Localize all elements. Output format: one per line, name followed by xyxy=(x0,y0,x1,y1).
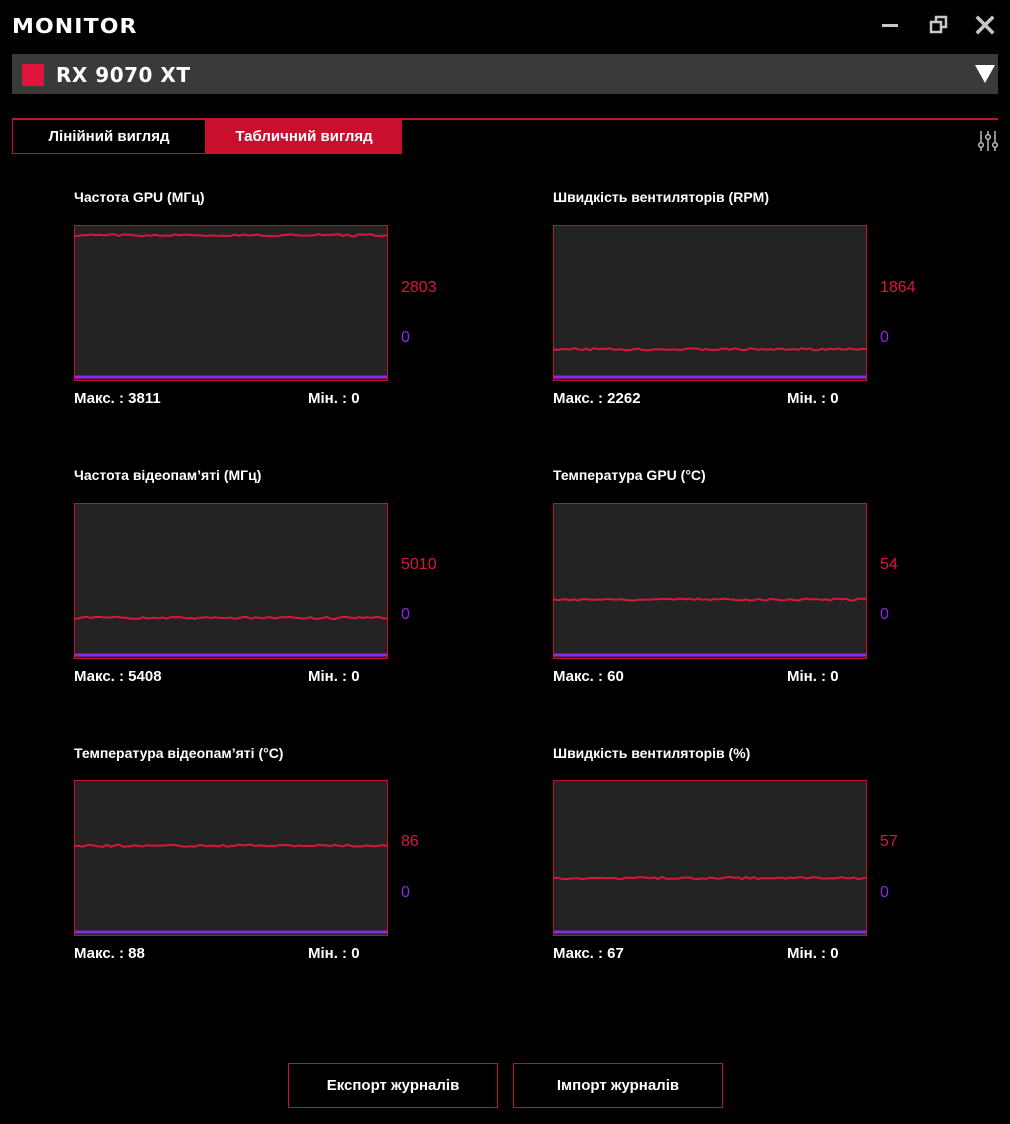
chart-current-value: 1864 xyxy=(880,279,916,296)
chart-current-value: 5010 xyxy=(401,556,437,573)
chart-min-label: Мін. : 0 xyxy=(308,668,360,685)
chart-min-label: Мін. : 0 xyxy=(308,390,360,407)
device-name: RX 9070 XT xyxy=(56,63,191,87)
chart-plot xyxy=(554,875,866,934)
settings-sliders-icon[interactable] xyxy=(977,130,999,152)
chart-vram-clock xyxy=(74,503,388,659)
chart-title-vram-temp: Температура відеопам’яті (°C) xyxy=(74,745,284,761)
chart-max-label: Макс. : 67 xyxy=(553,945,624,962)
chart-min-label: Мін. : 0 xyxy=(787,390,839,407)
chart-gpu-temp xyxy=(553,503,867,659)
value-series-line xyxy=(554,597,866,602)
tab-table-view[interactable]: Табличний вигляд xyxy=(206,120,402,154)
chart-max-label: Макс. : 60 xyxy=(553,668,624,685)
chart-min-label: Мін. : 0 xyxy=(787,668,839,685)
chart-title-fan-percent: Швидкість вентиляторів (%) xyxy=(553,745,751,761)
minimize-icon[interactable] xyxy=(880,14,902,36)
chart-plot xyxy=(554,347,866,379)
chart-fan-percent xyxy=(553,780,867,936)
chart-plot xyxy=(75,843,387,934)
chart-min-label: Мін. : 0 xyxy=(308,945,360,962)
chart-title-vram-clock: Частота відеопам’яті (МГц) xyxy=(74,467,262,483)
chart-plot xyxy=(75,233,387,379)
value-series-line xyxy=(75,843,387,848)
chart-current-value: 2803 xyxy=(401,279,437,296)
close-icon[interactable] xyxy=(974,14,996,36)
chart-current-value: 86 xyxy=(401,833,419,850)
chart-max-label: Макс. : 5408 xyxy=(74,668,162,685)
chart-zero-value: 0 xyxy=(401,884,410,901)
chart-zero-value: 0 xyxy=(880,329,889,346)
value-series-line xyxy=(554,875,866,881)
import-logs-button[interactable]: Імпорт журналів xyxy=(513,1063,723,1108)
chart-max-label: Макс. : 2262 xyxy=(553,390,641,407)
chart-vram-temp xyxy=(74,780,388,936)
device-color-swatch xyxy=(22,64,44,86)
chart-current-value: 57 xyxy=(880,833,898,850)
chart-zero-value: 0 xyxy=(880,884,889,901)
chart-min-label: Мін. : 0 xyxy=(787,945,839,962)
value-series-line xyxy=(75,615,387,621)
chart-max-label: Макс. : 3811 xyxy=(74,390,161,407)
restore-icon[interactable] xyxy=(928,14,950,36)
device-selector[interactable]: RX 9070 XT xyxy=(12,54,998,94)
chart-zero-value: 0 xyxy=(880,606,889,623)
value-series-line xyxy=(75,233,387,238)
value-series-line xyxy=(554,347,866,352)
chart-plot xyxy=(75,615,387,657)
chart-fan-rpm xyxy=(553,225,867,381)
app-title: MONITOR xyxy=(12,14,138,38)
title-bar: MONITOR xyxy=(0,0,1010,52)
chart-gpu-clock xyxy=(74,225,388,381)
chart-title-fan-rpm: Швидкість вентиляторів (RPM) xyxy=(553,189,769,205)
dropdown-arrow-icon[interactable] xyxy=(974,64,996,84)
chart-zero-value: 0 xyxy=(401,329,410,346)
tab-linear-view[interactable]: Лінійний вигляд xyxy=(12,120,206,154)
chart-zero-value: 0 xyxy=(401,606,410,623)
chart-plot xyxy=(554,597,866,657)
chart-title-gpu-clock: Частота GPU (МГц) xyxy=(74,189,205,205)
chart-max-label: Макс. : 88 xyxy=(74,945,145,962)
chart-title-gpu-temp: Температура GPU (°C) xyxy=(553,467,706,483)
export-logs-button[interactable]: Експорт журналів xyxy=(288,1063,498,1108)
chart-current-value: 54 xyxy=(880,556,898,573)
